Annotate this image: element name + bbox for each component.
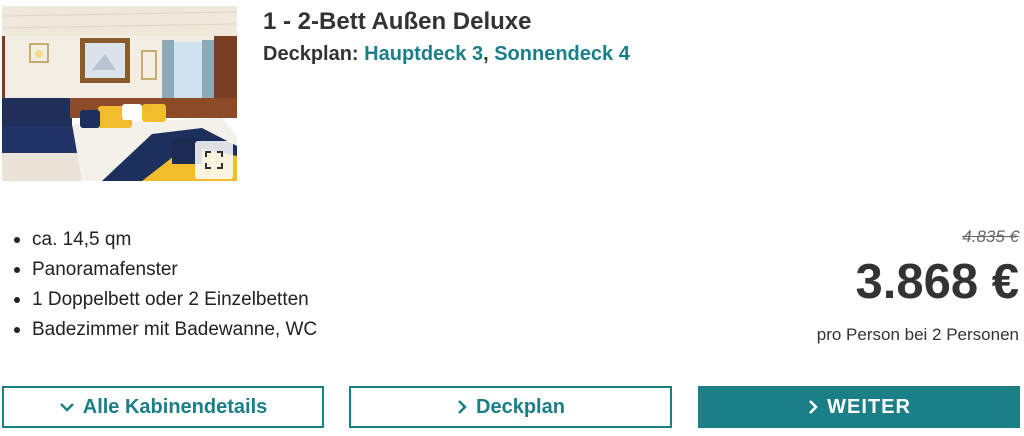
continue-button-label: WEITER: [827, 395, 911, 418]
bullet-icon: [14, 327, 20, 333]
deckplan-button[interactable]: Deckplan: [349, 386, 672, 428]
bullet-icon: [14, 297, 20, 303]
feature-text: ca. 14,5 qm: [32, 229, 132, 250]
feature-text: 1 Doppelbett oder 2 Einzelbetten: [32, 289, 309, 310]
feature-text: Panoramafenster: [32, 259, 178, 280]
deckplan-button-label: Deckplan: [476, 395, 565, 418]
bullet-icon: [14, 267, 20, 273]
current-price: 3.868 €: [855, 255, 1020, 309]
expand-icon: [205, 151, 223, 169]
old-price: 4.835 €: [962, 227, 1019, 246]
chevron-right-icon: [809, 400, 818, 414]
deckplan-label: Deckplan:: [263, 43, 359, 65]
feature-text: Badezimmer mit Badewanne, WC: [32, 319, 318, 340]
deck-separator: ,: [483, 43, 489, 65]
list-item: Panoramafenster: [14, 255, 317, 285]
feature-list: ca. 14,5 qm Panoramafenster 1 Doppelbett…: [14, 225, 317, 345]
continue-button[interactable]: WEITER: [698, 386, 1020, 428]
deck-link-hauptdeck-3[interactable]: Hauptdeck 3: [364, 43, 483, 65]
cabin-title: 1 - 2-Bett Außen Deluxe: [263, 8, 532, 35]
list-item: ca. 14,5 qm: [14, 225, 317, 255]
cabin-photo[interactable]: [2, 6, 237, 181]
cabin-details-label: Alle Kabinendetails: [82, 395, 268, 418]
image-expand-button[interactable]: [195, 141, 233, 179]
chevron-down-icon: [59, 403, 74, 412]
list-item: 1 Doppelbett oder 2 Einzelbetten: [14, 285, 317, 315]
deck-link-sonnendeck-4[interactable]: Sonnendeck 4: [494, 43, 630, 65]
chevron-right-icon: [458, 400, 467, 414]
deckplan-line: Deckplan: Hauptdeck 3, Sonnendeck 4: [263, 43, 630, 66]
bullet-icon: [14, 237, 20, 243]
price-note: pro Person bei 2 Personen: [816, 325, 1019, 344]
list-item: Badezimmer mit Badewanne, WC: [14, 315, 317, 345]
cabin-details-button[interactable]: Alle Kabinendetails: [2, 386, 324, 428]
